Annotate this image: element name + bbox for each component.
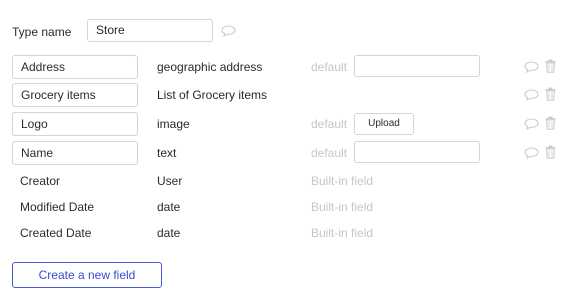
field-type: date <box>157 200 181 214</box>
field-type: List of Grocery items <box>157 88 268 102</box>
builtin-label: Built-in field <box>311 174 374 188</box>
trash-icon[interactable] <box>545 116 556 130</box>
field-name-input[interactable]: Logo <box>12 112 138 136</box>
type-name-input[interactable]: Store <box>87 19 213 42</box>
create-new-field-button[interactable]: Create a new field <box>12 262 162 288</box>
builtin-label: Built-in field <box>311 226 374 240</box>
comment-icon[interactable] <box>524 118 539 131</box>
default-value-input[interactable] <box>354 55 480 77</box>
upload-button[interactable]: Upload <box>354 113 414 135</box>
default-label: default <box>311 146 348 160</box>
comment-icon[interactable] <box>524 61 539 74</box>
field-type: date <box>157 226 181 240</box>
comment-icon[interactable] <box>524 89 539 102</box>
comment-icon[interactable] <box>524 147 539 160</box>
field-row-logo: Logo image default Upload <box>0 112 584 136</box>
builtin-label: Built-in field <box>311 200 374 214</box>
field-row-creator: Creator User Built-in field <box>0 169 584 193</box>
field-type: image <box>157 117 190 131</box>
field-row-created-date: Created Date date Built-in field <box>0 221 584 245</box>
field-row-modified-date: Modified Date date Built-in field <box>0 195 584 219</box>
field-type: geographic address <box>157 60 263 74</box>
field-name: Created Date <box>20 226 92 240</box>
default-label: default <box>311 117 348 131</box>
trash-icon[interactable] <box>545 59 556 73</box>
default-label: default <box>311 60 348 74</box>
trash-icon[interactable] <box>545 145 556 159</box>
field-name-input[interactable]: Address <box>12 55 138 79</box>
field-row-grocery-items: Grocery items List of Grocery items <box>0 83 584 107</box>
field-name-input[interactable]: Grocery items <box>12 83 138 107</box>
field-name-input[interactable]: Name <box>12 141 138 165</box>
default-value-input[interactable] <box>354 141 480 163</box>
comment-icon[interactable] <box>221 25 236 40</box>
type-name-label: Type name <box>12 25 72 39</box>
field-type: User <box>157 174 183 188</box>
field-row-name: Name text default <box>0 141 584 165</box>
field-row-address: Address geographic address default <box>0 55 584 79</box>
field-name: Modified Date <box>20 200 95 214</box>
field-type: text <box>157 146 177 160</box>
field-name: Creator <box>20 174 61 188</box>
trash-icon[interactable] <box>545 87 556 101</box>
